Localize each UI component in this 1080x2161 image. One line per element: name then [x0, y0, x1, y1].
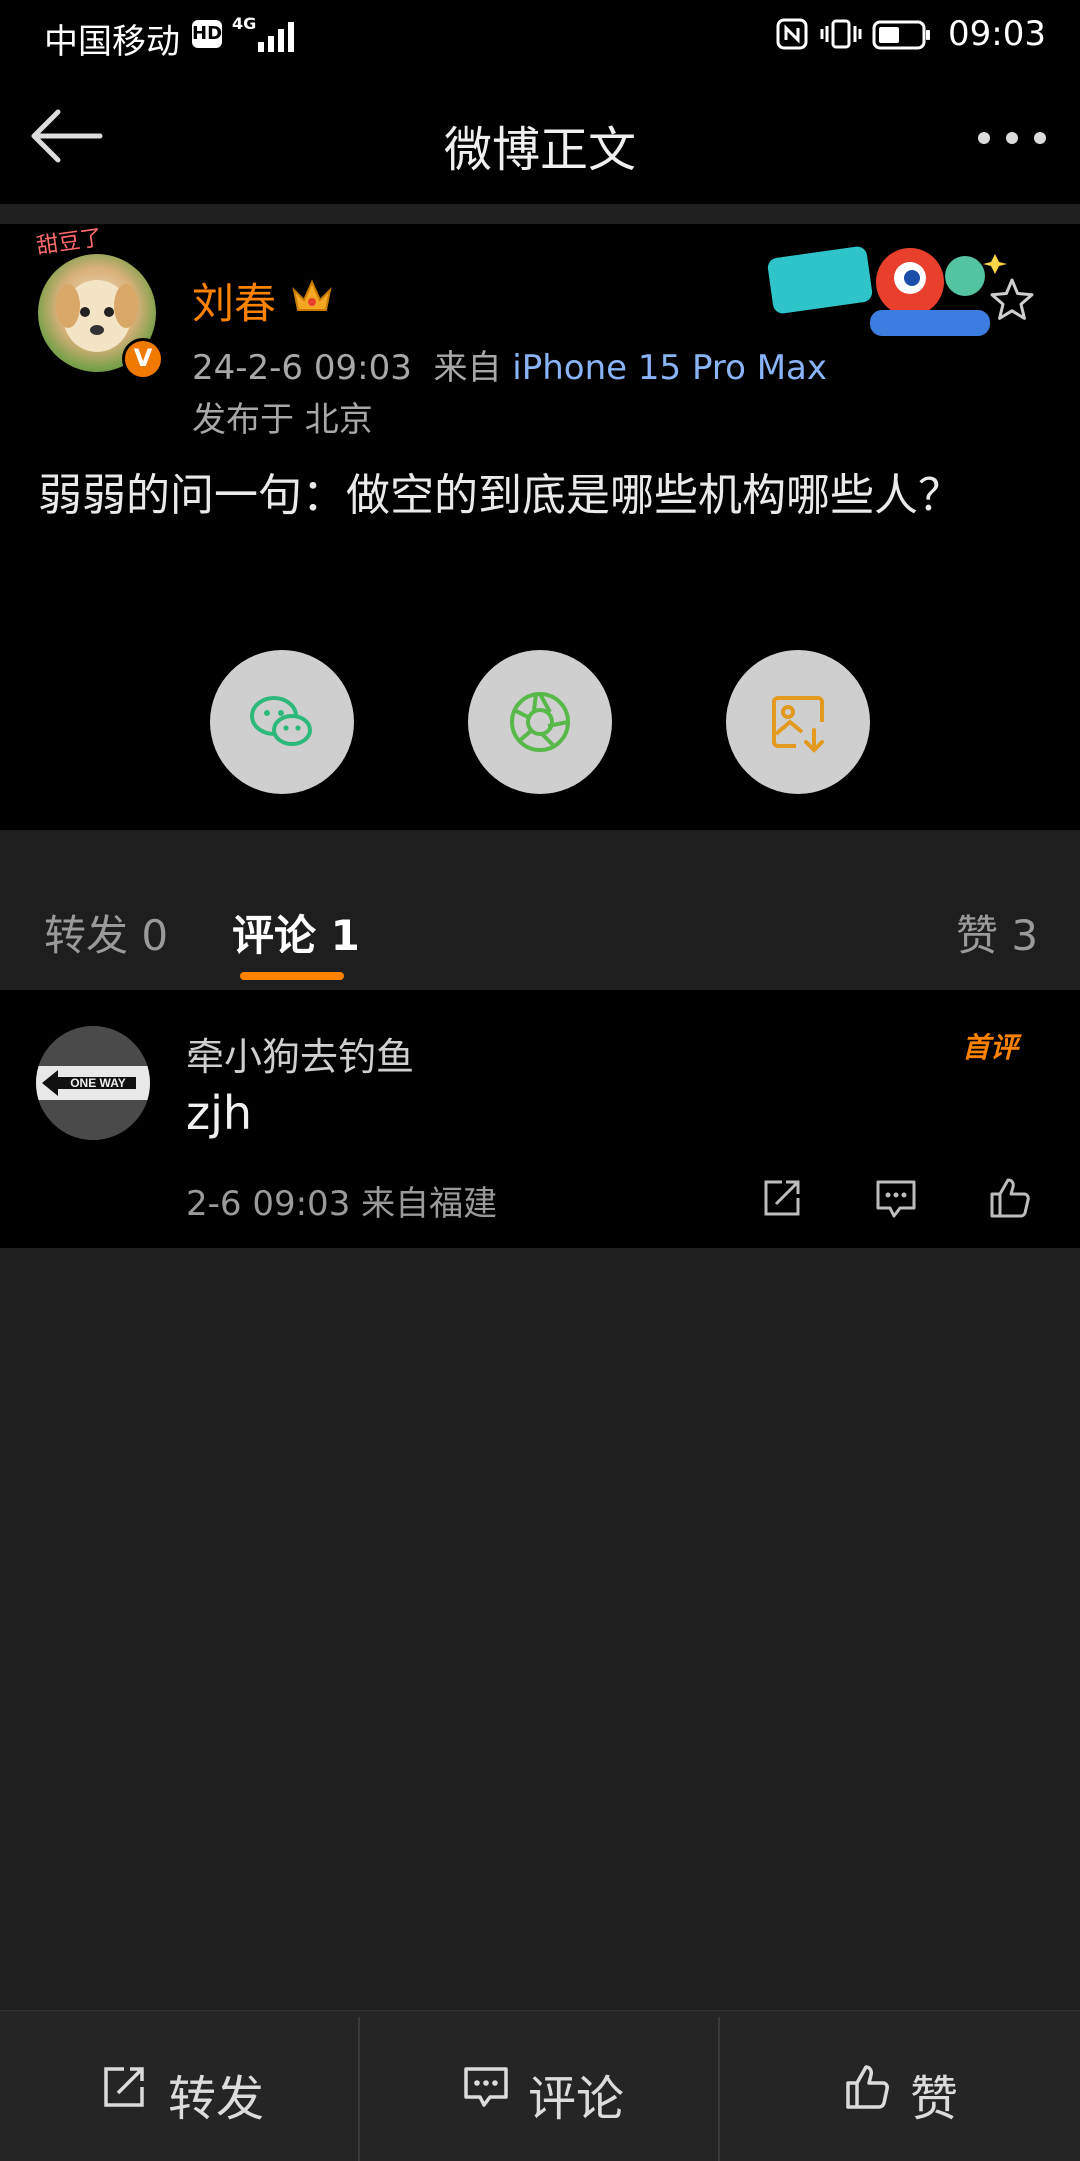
active-tab-indicator [240, 972, 344, 980]
comment-reply-icon[interactable] [872, 1174, 920, 1222]
comment-icon [464, 2067, 508, 2107]
share-wechat-button[interactable] [210, 650, 354, 794]
signal-icon [258, 22, 294, 52]
comment-like-icon[interactable] [986, 1174, 1034, 1222]
crown-icon [292, 279, 332, 311]
page-title: 微博正文 [443, 122, 636, 178]
moments-icon [510, 692, 570, 752]
save-image-button[interactable] [726, 650, 870, 794]
comment-repost-icon[interactable] [758, 1174, 806, 1222]
hd-icon: HD [192, 20, 222, 48]
event-badge-sticker[interactable] [760, 232, 1010, 352]
network-type-label: 4G [232, 14, 257, 33]
commenter-avatar[interactable]: ONE WAY [36, 1026, 150, 1140]
comment-button[interactable]: 评论 [360, 2011, 718, 2161]
tab-repost[interactable]: 转发 0 [44, 902, 168, 963]
repost-icon [104, 2067, 144, 2107]
device-link[interactable]: iPhone 15 Pro Max [512, 348, 827, 388]
nav-bar: 微博正文 [0, 70, 1080, 204]
comment-text: zjh [186, 1086, 253, 1140]
post-card: V 甜豆了 刘春 24-2-6 09:03 来自 iPhone 15 Pro M… [0, 224, 1080, 830]
author-name[interactable]: 刘春 [192, 270, 276, 331]
tab-likes[interactable]: 赞 3 [956, 902, 1038, 963]
svg-text:ONE WAY: ONE WAY [70, 1076, 126, 1090]
like-label: 赞 [910, 2071, 959, 2127]
bottom-action-bar: 转发 评论 赞 [0, 2010, 1080, 2161]
post-text: 弱弱的问一句：做空的到底是哪些机构哪些人？ [38, 470, 962, 521]
comment-label: 评论 [528, 2071, 625, 2127]
repost-label: 转发 [168, 2071, 265, 2127]
post-location: 发布于 北京 [192, 400, 373, 440]
like-icon [846, 2065, 889, 2109]
author-avatar[interactable]: V [38, 254, 164, 380]
vibrate-icon [820, 19, 862, 49]
battery-icon [872, 20, 930, 50]
favorite-star-icon[interactable] [988, 276, 1036, 324]
source-prefix: 来自 [433, 348, 502, 388]
commenter-name[interactable]: 牵小狗去钓鱼 [186, 1026, 414, 1081]
clock: 09:03 [948, 14, 1046, 54]
repost-button[interactable]: 转发 [0, 2011, 358, 2161]
comment-meta: 2-6 09:03 来自福建 [186, 1184, 498, 1224]
more-dots-icon[interactable] [976, 130, 1048, 146]
like-button[interactable]: 赞 [720, 2011, 1080, 2161]
tab-comments[interactable]: 评论 1 [232, 902, 360, 963]
one-way-sign-image: ONE WAY [36, 1026, 150, 1140]
comment-item: ONE WAY 牵小狗去钓鱼 首评 zjh 2-6 09:03 来自福建 [0, 990, 1080, 1248]
status-bar: 中国移动 HD 4G 09:03 [0, 0, 1080, 70]
verified-badge: V [122, 338, 164, 380]
nfc-icon [776, 18, 808, 50]
save-image-icon [772, 696, 824, 753]
post-meta: 24-2-6 09:03 来自 iPhone 15 Pro Max [192, 340, 827, 389]
post-timestamp: 24-2-6 09:03 [192, 348, 412, 388]
post-tabs: 转发 0 评论 1 赞 3 [0, 860, 1080, 990]
carrier-label: 中国移动 [44, 22, 180, 62]
share-moments-button[interactable] [468, 650, 612, 794]
wechat-icon [250, 696, 312, 746]
first-comment-badge: 首评 [962, 1031, 1019, 1064]
